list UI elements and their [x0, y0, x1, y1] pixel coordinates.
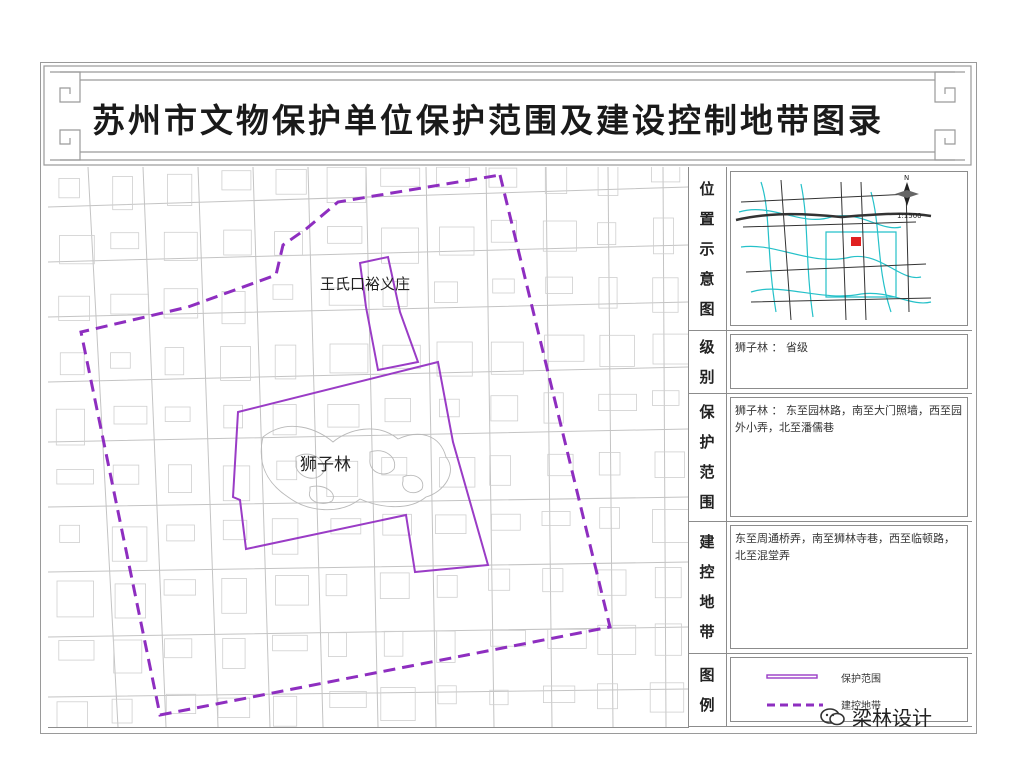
- protection-heading-char: 围: [699, 493, 715, 511]
- minimap-scale: 1:1500: [897, 212, 922, 220]
- page-title: 苏州市文物保护单位保护范围及建设控制地带图录: [92, 101, 884, 140]
- minimap-canvas: N 1:1500: [731, 172, 967, 325]
- info-panel: 位置示意图 N 1:1500 级 别 狮子林 ： 省级 保 护 范 围 狮子林 …: [688, 167, 972, 727]
- location-heading-char: 置: [699, 209, 715, 228]
- control-row: 建控地带 东至周通桥弄，南至狮林寺巷，西至临顿路，北至混堂弄: [688, 521, 972, 654]
- location-heading: 位置示意图: [688, 167, 727, 330]
- map-label-main-site: 狮子林: [300, 455, 351, 475]
- control-heading-char: 控: [699, 563, 715, 581]
- control-heading-char: 建: [699, 533, 715, 551]
- legend-heading-char: 图: [699, 665, 715, 684]
- protection-heading-char: 保: [699, 403, 715, 421]
- watermark-text: 梁林设计: [852, 706, 932, 730]
- legend-label-protection: 保护范围: [841, 674, 881, 685]
- legend-solid-swatch: [766, 674, 818, 679]
- level-heading: 级别: [688, 330, 727, 393]
- location-heading-char: 示: [699, 239, 715, 258]
- location-heading-char: 图: [699, 299, 715, 318]
- legend-heading: 图例: [688, 653, 727, 726]
- control-heading-char: 地: [699, 593, 715, 611]
- protection-heading: 保护范围: [688, 393, 727, 521]
- location-row: 位置示意图 N 1:1500: [688, 167, 972, 331]
- site-map-canvas: 王氏口裕义庄 狮子林: [48, 167, 688, 727]
- level-row: 级别 狮子林 ： 省级: [688, 330, 972, 394]
- level-text: 狮子林 ： 省级: [730, 334, 968, 389]
- location-heading-char: 位: [699, 179, 715, 198]
- control-heading: 建控地带: [688, 521, 727, 653]
- level-heading-char: 级: [699, 337, 715, 356]
- control-heading-char: 带: [699, 623, 715, 641]
- protection-heading-char: 范: [699, 463, 715, 481]
- protection-text: 狮子林 ： 东至园林路，南至大门照墙，西至园外小弄，北至潘儒巷: [730, 397, 968, 517]
- watermark: 梁林设计: [820, 702, 932, 731]
- protection-row: 保护范围 狮子林 ： 东至园林路，南至大门照墙，西至园外小弄，北至潘儒巷: [688, 393, 972, 522]
- minimap-site-marker: [851, 237, 861, 246]
- north-label: N: [904, 174, 909, 182]
- location-minimap: N 1:1500: [730, 171, 968, 326]
- wechat-icon: [820, 707, 845, 725]
- location-heading-char: 意: [699, 269, 715, 288]
- site-map: 王氏口裕义庄 狮子林: [48, 167, 689, 728]
- level-heading-char: 别: [699, 367, 715, 386]
- map-label-upper-site: 王氏口裕义庄: [320, 275, 410, 293]
- control-text: 东至周通桥弄，南至狮林寺巷，西至临顿路，北至混堂弄: [730, 525, 968, 649]
- protection-heading-char: 护: [699, 433, 715, 451]
- legend-heading-char: 例: [699, 695, 715, 714]
